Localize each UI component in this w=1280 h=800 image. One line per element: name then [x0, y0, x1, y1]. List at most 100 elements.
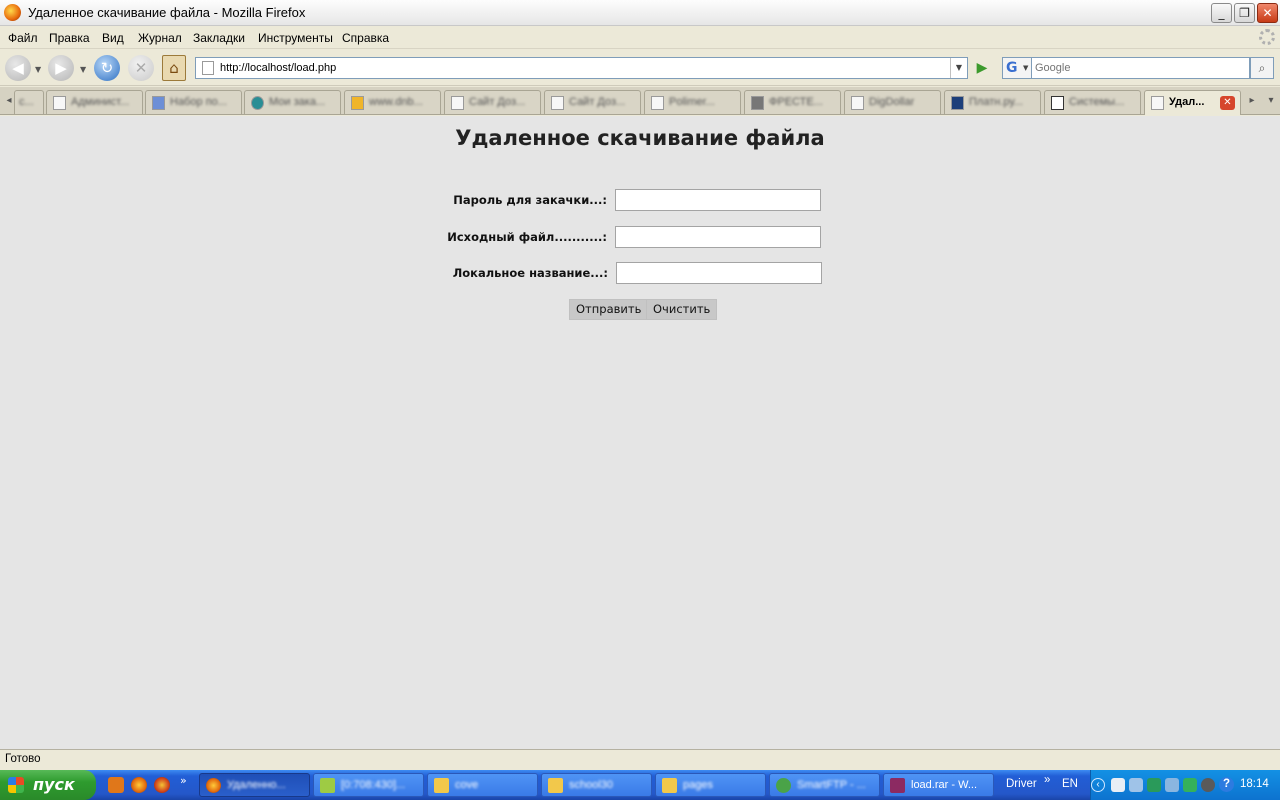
menu-tools[interactable]: Инструменты: [258, 31, 333, 45]
menu-edit[interactable]: Правка: [49, 31, 90, 45]
password-field[interactable]: [615, 189, 821, 211]
firefox-icon: [4, 4, 21, 21]
network-icon[interactable]: [1129, 778, 1143, 792]
help-icon[interactable]: ?: [1219, 777, 1234, 792]
excel-icon[interactable]: [1147, 778, 1161, 792]
tab-active[interactable]: Удал... ✕: [1144, 90, 1241, 115]
menu-bookmarks[interactable]: Закладки: [193, 31, 245, 45]
reload-button[interactable]: ↻: [94, 55, 120, 81]
driver-toolbar-label[interactable]: Driver: [1006, 778, 1037, 790]
network-connection-icon[interactable]: [1165, 778, 1179, 792]
task-button[interactable]: school30: [541, 773, 652, 797]
driver-toolbar-more-icon[interactable]: »: [1044, 774, 1050, 786]
all-tabs-chevron-icon[interactable]: ▾: [1264, 92, 1278, 110]
tab[interactable]: Polimer...: [644, 90, 741, 114]
tab[interactable]: ФРЕСТЕ...: [744, 90, 841, 114]
task-label: SmartFTP - ...: [797, 779, 866, 791]
window-title: Удаленное скачивание файла - Mozilla Fir…: [28, 5, 306, 20]
tab[interactable]: Админист...: [46, 90, 143, 114]
back-history-dropdown-icon[interactable]: ▼: [35, 65, 41, 74]
local-name-field[interactable]: [616, 262, 822, 284]
search-engine-selector[interactable]: G ▼: [1002, 57, 1032, 79]
status-text: Готово: [5, 753, 41, 765]
tab[interactable]: с...: [14, 90, 44, 114]
tab[interactable]: www.dnb...: [344, 90, 441, 114]
folder-icon: [434, 778, 449, 793]
tab-label: DigDollar: [869, 96, 915, 108]
firefox-icon: [206, 778, 221, 793]
language-indicator[interactable]: EN: [1062, 778, 1078, 790]
tab-label: Мои зака...: [269, 96, 326, 108]
tray-collapse-icon[interactable]: ‹: [1091, 778, 1105, 792]
forward-arrow-icon: ▶: [55, 59, 67, 77]
close-tab-icon[interactable]: ✕: [1220, 96, 1235, 110]
home-button[interactable]: ⌂: [162, 55, 186, 81]
menu-history[interactable]: Журнал: [138, 31, 182, 45]
tab-scroll-right-icon[interactable]: ▸: [1245, 92, 1259, 110]
stop-button[interactable]: ✕: [128, 55, 154, 81]
page-icon: [53, 96, 66, 110]
start-label: пуск: [33, 775, 75, 794]
search-input[interactable]: [1032, 58, 1249, 78]
winrar-icon: [890, 778, 905, 793]
google-icon: G: [1006, 60, 1018, 76]
submit-button[interactable]: Отправить: [569, 299, 649, 320]
tab[interactable]: Платн.ру...: [944, 90, 1041, 114]
menu-bar: Файл Правка Вид Журнал Закладки Инструме…: [0, 27, 1280, 49]
url-text[interactable]: http://localhost/load.php: [220, 62, 336, 74]
task-button[interactable]: SmartFTP - ...: [769, 773, 880, 797]
search-button[interactable]: ⌕: [1250, 57, 1274, 79]
page-icon: [451, 96, 464, 110]
task-button[interactable]: pages: [655, 773, 766, 797]
maximize-button[interactable]: ❐: [1234, 3, 1255, 23]
search-box[interactable]: [1032, 57, 1250, 79]
antivirus-icon[interactable]: [1183, 778, 1197, 792]
site-favicon-icon: [152, 96, 165, 110]
tab[interactable]: Сайт Доз...: [544, 90, 641, 114]
tab-label: Polimer...: [669, 96, 715, 108]
tab[interactable]: DigDollar: [844, 90, 941, 114]
quicklaunch-firefox-icon[interactable]: [131, 777, 147, 793]
tab[interactable]: Мои зака...: [244, 90, 341, 114]
source-file-label: Исходный файл...........:: [447, 230, 607, 244]
go-button[interactable]: ▶: [972, 58, 992, 78]
url-bar[interactable]: http://localhost/load.php ▼: [195, 57, 968, 79]
tab-label: Удал...: [1169, 96, 1205, 108]
close-window-button[interactable]: ✕: [1257, 3, 1278, 23]
clock[interactable]: 18:14: [1240, 778, 1269, 790]
home-icon: ⌂: [169, 59, 179, 77]
task-button[interactable]: load.rar - W...: [883, 773, 994, 797]
menu-view[interactable]: Вид: [102, 31, 124, 45]
menu-file[interactable]: Файл: [8, 31, 38, 45]
url-history-dropdown-icon[interactable]: ▼: [950, 58, 967, 78]
task-button[interactable]: Удаленно...: [199, 773, 310, 797]
tab[interactable]: Системы...: [1044, 90, 1141, 114]
app-icon: [320, 778, 335, 793]
menu-help[interactable]: Справка: [342, 31, 389, 45]
quicklaunch-browser-icon[interactable]: [154, 777, 170, 793]
tab[interactable]: Сайт Доз...: [444, 90, 541, 114]
activity-throbber-icon: [1259, 29, 1275, 45]
tab[interactable]: Набор по...: [145, 90, 242, 114]
task-button[interactable]: [0:708:430]...: [313, 773, 424, 797]
site-favicon-icon: [251, 96, 264, 110]
back-button[interactable]: ◀: [5, 55, 31, 81]
forward-button[interactable]: ▶: [48, 55, 74, 81]
tab-label: Админист...: [71, 96, 130, 108]
start-button[interactable]: пуск: [0, 770, 96, 800]
tab-bar: ◂ с... Админист... Набор по... Мои зака.…: [0, 87, 1280, 115]
forward-history-dropdown-icon[interactable]: ▼: [80, 65, 86, 74]
page-icon: [851, 96, 864, 110]
task-button[interactable]: cove: [427, 773, 538, 797]
weather-icon[interactable]: [1111, 778, 1125, 792]
task-label: pages: [683, 779, 713, 791]
quicklaunch-app-icon[interactable]: [108, 777, 124, 793]
page-icon: [1151, 96, 1164, 110]
task-label: Удаленно...: [227, 779, 286, 791]
minimize-button[interactable]: _: [1211, 3, 1232, 23]
tab-label: Сайт Доз...: [469, 96, 526, 108]
quicklaunch-more-icon[interactable]: »: [180, 774, 187, 787]
reset-button[interactable]: Очистить: [646, 299, 718, 320]
source-file-field[interactable]: [615, 226, 821, 248]
settings-icon[interactable]: [1201, 778, 1215, 792]
